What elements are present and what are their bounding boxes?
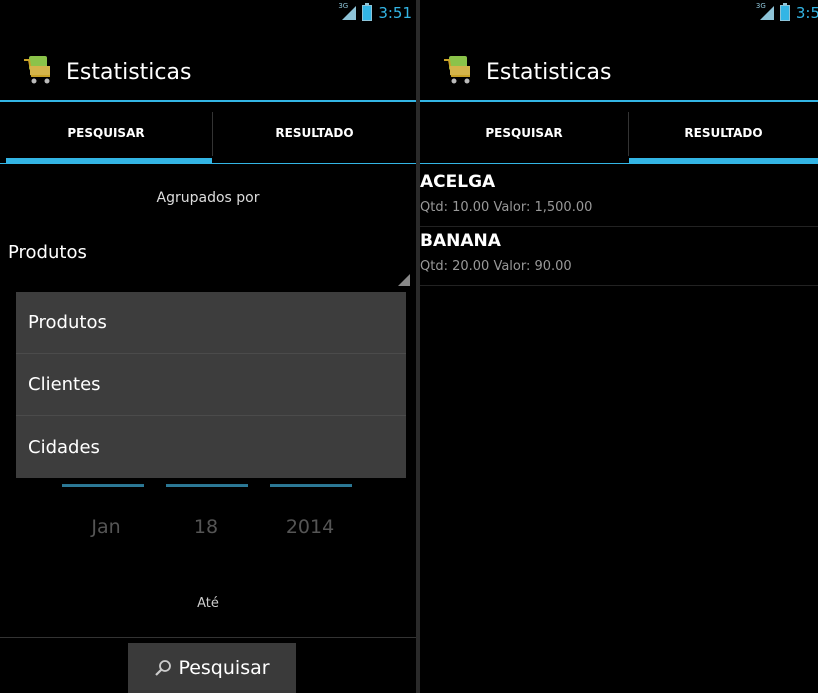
status-bar: 3G 3:51 (0, 0, 416, 26)
date-day[interactable]: 18 (166, 516, 246, 538)
date-month[interactable]: Jan (66, 516, 146, 538)
spinner-arrow-icon (398, 274, 410, 286)
tab-bar: PESQUISAR RESULTADO (0, 102, 416, 164)
tab-resultado[interactable]: RESULTADO (213, 102, 416, 164)
group-by-label: Agrupados por (156, 190, 260, 206)
search-button-label: Pesquisar (178, 657, 270, 679)
action-bar: Estatisticas (0, 48, 416, 98)
shopping-cart-icon[interactable] (20, 52, 56, 88)
shopping-cart-icon[interactable] (440, 52, 476, 88)
results-screen: 3G 3:5 Estatisticas PESQUISAR RESULTADO … (420, 0, 818, 693)
spinner-value: Produtos (8, 242, 87, 263)
app-title: Estatisticas (486, 60, 612, 85)
search-icon (155, 660, 172, 676)
search-screen: 3G 3:51 Estatisticas PESQUISAR RESULTADO… (0, 0, 416, 693)
date-year[interactable]: 2014 (270, 516, 350, 538)
group-by-spinner[interactable]: Produtos (0, 228, 410, 286)
date-picker[interactable]: Jan 18 2014 (0, 516, 416, 546)
tab-pesquisar[interactable]: PESQUISAR (0, 102, 212, 164)
action-bar: Estatisticas (420, 48, 818, 98)
status-time: 3:5 (795, 4, 818, 22)
date-picker-highlights (0, 484, 416, 490)
tab-bar: PESQUISAR RESULTADO (420, 102, 818, 164)
signal-icon: 3G (756, 2, 774, 20)
list-item[interactable]: ACELGA Qtd: 10.00 Valor: 1,500.00 (420, 168, 818, 227)
dropdown-option-clientes[interactable]: Clientes (16, 354, 406, 416)
battery-icon (362, 3, 373, 21)
result-detail: Qtd: 20.00 Valor: 90.00 (420, 259, 572, 274)
tab-pesquisar[interactable]: PESQUISAR (420, 102, 628, 164)
list-item[interactable]: BANANA Qtd: 20.00 Valor: 90.00 (420, 227, 818, 286)
signal-icon: 3G (338, 2, 357, 20)
app-title: Estatisticas (66, 60, 192, 85)
status-bar: 3G 3:5 (420, 0, 818, 26)
until-label: Até (197, 596, 219, 611)
tab-resultado[interactable]: RESULTADO (629, 102, 818, 164)
search-button[interactable]: Pesquisar (128, 643, 296, 693)
result-name: ACELGA (420, 172, 496, 192)
dropdown-option-cidades[interactable]: Cidades (16, 416, 406, 478)
result-detail: Qtd: 10.00 Valor: 1,500.00 (420, 200, 593, 215)
group-by-dropdown: Produtos Clientes Cidades (16, 292, 406, 478)
dropdown-option-produtos[interactable]: Produtos (16, 292, 406, 354)
result-name: BANANA (420, 231, 501, 251)
tab-selected-indicator (629, 158, 818, 164)
status-time: 3:51 (378, 4, 412, 22)
battery-icon (779, 3, 790, 21)
results-list: ACELGA Qtd: 10.00 Valor: 1,500.00 BANANA… (420, 168, 818, 286)
button-divider (0, 637, 416, 638)
tab-selected-indicator (6, 158, 212, 164)
